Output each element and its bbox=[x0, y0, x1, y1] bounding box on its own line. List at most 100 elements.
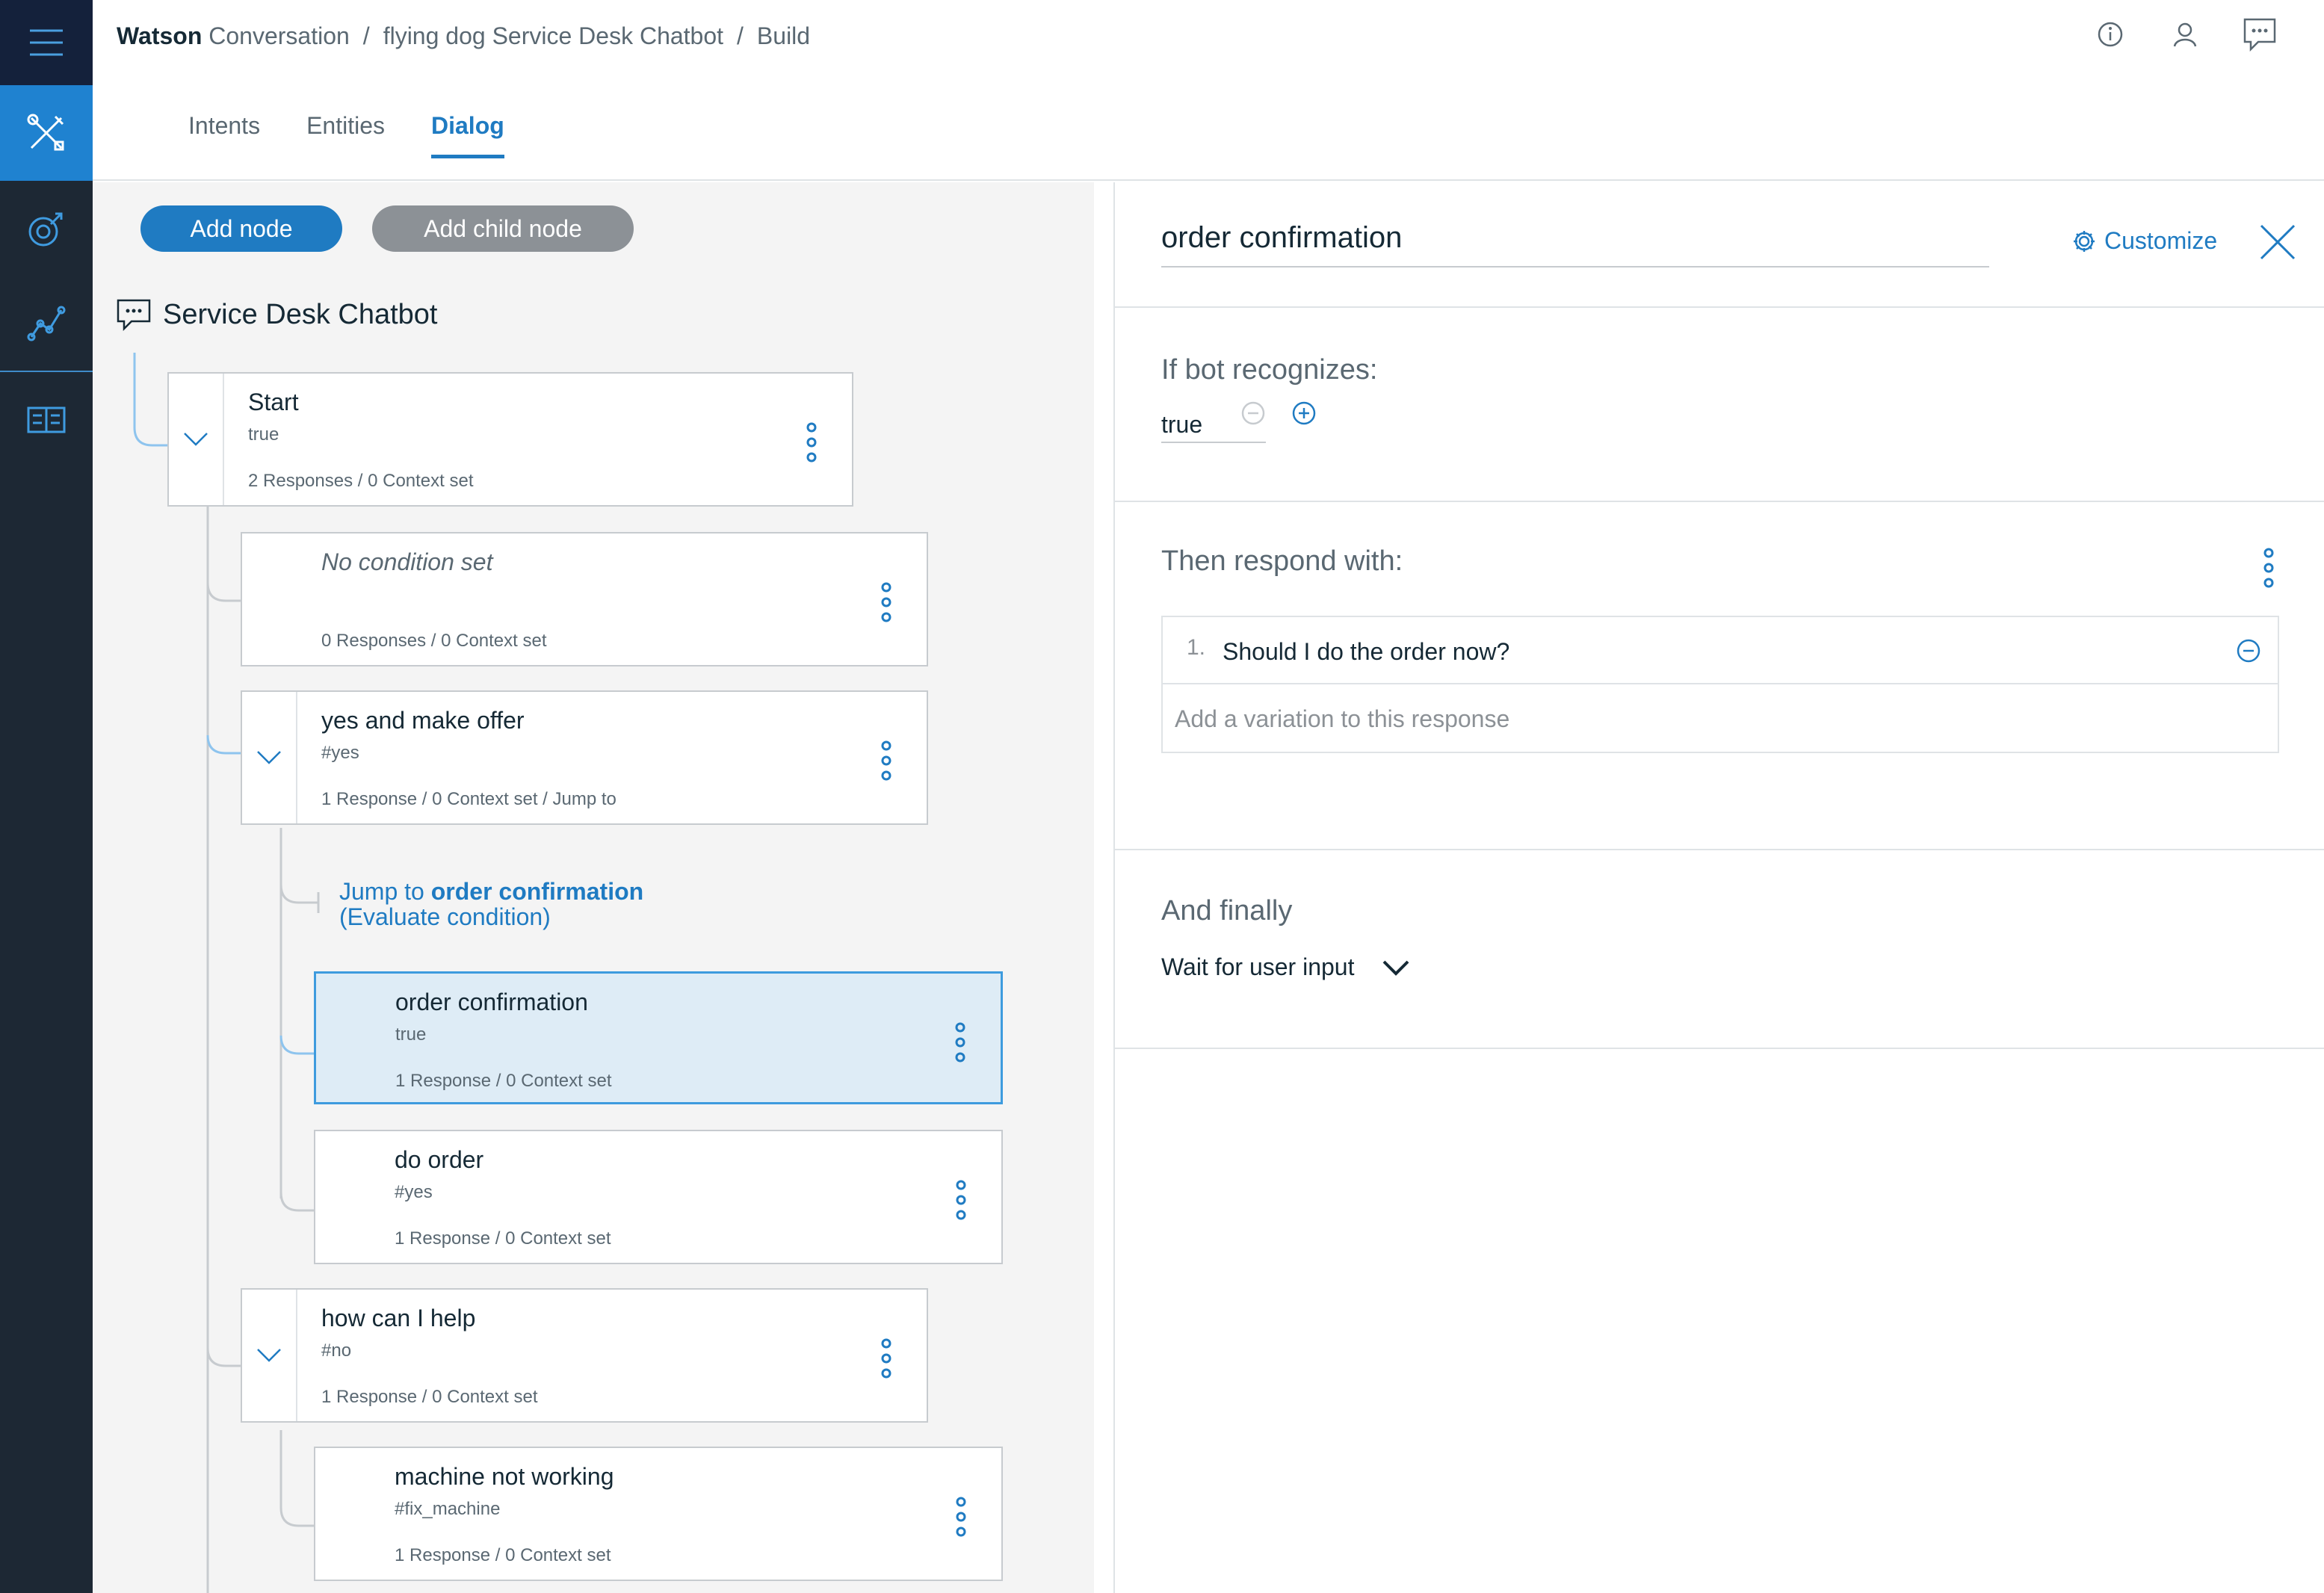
tools-icon bbox=[27, 114, 64, 151]
finally-title: And finally bbox=[1161, 895, 1293, 927]
tab-intents[interactable]: Intents bbox=[188, 112, 260, 158]
jump-to-link[interactable]: Jump to order confirmation (Evaluate con… bbox=[339, 879, 643, 929]
rail-build[interactable] bbox=[0, 85, 93, 181]
connector-no-condition bbox=[206, 582, 242, 602]
customize-label: Customize bbox=[2104, 227, 2218, 254]
customize-button[interactable]: Customize bbox=[2071, 227, 2217, 255]
header-icons bbox=[2089, 13, 2281, 55]
breadcrumb-separator: / bbox=[362, 22, 370, 49]
chat-icon bbox=[2243, 18, 2276, 52]
node-editor: order confirmation Customize If bot reco… bbox=[1113, 182, 2324, 1593]
tree-title-text: Service Desk Chatbot bbox=[163, 298, 438, 330]
breadcrumb-separator: / bbox=[737, 22, 744, 49]
kebab-icon[interactable] bbox=[877, 738, 895, 783]
chevron-down-icon bbox=[1383, 960, 1409, 976]
condition-section: If bot recognizes: true bbox=[1115, 306, 2324, 501]
node-title: do order bbox=[395, 1146, 484, 1173]
jump-prefix: Jump to bbox=[339, 878, 424, 905]
connector-how-can-i-help bbox=[206, 1347, 242, 1367]
rail-analytics[interactable] bbox=[0, 276, 93, 372]
add-variation-placeholder: Add a variation to this response bbox=[1175, 705, 1510, 732]
kebab-icon[interactable] bbox=[951, 1020, 969, 1065]
dialog-node-yes-and-make-offer[interactable]: yes and make offer #yes 1 Response / 0 C… bbox=[241, 690, 928, 825]
dialog-node-order-confirmation[interactable]: order confirmation true 1 Response / 0 C… bbox=[314, 971, 1003, 1104]
breadcrumb-workspace[interactable]: flying dog Service Desk Chatbot bbox=[383, 22, 723, 50]
connector-machine-trunk bbox=[279, 1430, 315, 1527]
analytics-icon bbox=[27, 306, 66, 341]
connector-do-order bbox=[279, 1192, 315, 1212]
tab-dialog[interactable]: Dialog bbox=[431, 112, 504, 158]
tree-title: Service Desk Chatbot bbox=[115, 296, 438, 333]
response-item[interactable]: 1. Should I do the order now? bbox=[1163, 617, 2278, 684]
expand-toggle[interactable] bbox=[242, 1290, 297, 1421]
node-condition: #yes bbox=[395, 1182, 433, 1202]
connector-jump bbox=[279, 884, 318, 904]
node-meta: 1 Response / 0 Context set bbox=[395, 1545, 611, 1565]
rail-improve[interactable] bbox=[0, 181, 93, 276]
node-meta: 1 Response / 0 Context set bbox=[321, 1387, 538, 1407]
node-name-input[interactable]: order confirmation bbox=[1161, 217, 1989, 267]
add-node-button[interactable]: Add node bbox=[140, 205, 342, 252]
kebab-icon[interactable] bbox=[952, 1494, 970, 1539]
minus-circle-icon[interactable] bbox=[1240, 400, 1266, 426]
add-child-node-button[interactable]: Add child node bbox=[372, 205, 634, 252]
chat-icon bbox=[117, 299, 151, 332]
improve-icon bbox=[28, 212, 63, 247]
response-number: 1. bbox=[1187, 635, 1206, 660]
dialog-node-machine-not-working[interactable]: machine not working #fix_machine 1 Respo… bbox=[314, 1447, 1003, 1581]
chat-button[interactable] bbox=[2239, 13, 2281, 55]
response-text[interactable]: Should I do the order now? bbox=[1223, 638, 1509, 666]
tab-entities[interactable]: Entities bbox=[306, 112, 385, 158]
kebab-icon[interactable] bbox=[952, 1178, 970, 1222]
node-condition: #yes bbox=[321, 743, 359, 763]
breadcrumb-home[interactable]: Watson Conversation bbox=[117, 22, 350, 50]
minus-circle-icon[interactable] bbox=[2236, 638, 2261, 664]
chevron-down-icon bbox=[257, 751, 281, 764]
dialog-node-start[interactable]: Start true 2 Responses / 0 Context set bbox=[167, 372, 853, 507]
user-icon bbox=[2173, 22, 2197, 47]
node-title: yes and make offer bbox=[321, 707, 525, 734]
tab-bar: Intents Entities Dialog bbox=[188, 112, 504, 158]
deploy-icon bbox=[27, 406, 66, 433]
info-button[interactable] bbox=[2089, 13, 2131, 55]
connector-start bbox=[133, 353, 167, 447]
finally-section: And finally Wait for user input bbox=[1115, 849, 2324, 1049]
connector-order-confirmation bbox=[279, 1035, 315, 1055]
kebab-icon[interactable] bbox=[877, 1336, 895, 1381]
expand-toggle[interactable] bbox=[169, 374, 224, 505]
dialog-node-how-can-i-help[interactable]: how can I help #no 1 Response / 0 Contex… bbox=[241, 1288, 928, 1423]
add-variation-input[interactable]: Add a variation to this response bbox=[1163, 684, 2278, 752]
node-title: Start bbox=[248, 389, 299, 415]
app-root: { "breadcrumb": { "brand_bold": "Watson"… bbox=[0, 0, 2324, 1593]
node-title: No condition set bbox=[321, 548, 493, 575]
expand-toggle[interactable] bbox=[242, 692, 297, 823]
gear-icon bbox=[2074, 230, 2095, 252]
kebab-icon[interactable] bbox=[2260, 545, 2278, 590]
response-list: 1. Should I do the order now? Add a vari… bbox=[1161, 616, 2279, 753]
rail-deploy[interactable] bbox=[0, 372, 93, 468]
close-icon[interactable] bbox=[2257, 221, 2299, 263]
node-condition: #no bbox=[321, 1340, 352, 1361]
dialog-node-no-condition[interactable]: No condition set 0 Responses / 0 Context… bbox=[241, 532, 928, 666]
node-condition: #fix_machine bbox=[395, 1499, 501, 1519]
response-section: Then respond with: 1. Should I do the or… bbox=[1115, 501, 2324, 849]
node-meta: 1 Response / 0 Context set bbox=[395, 1071, 612, 1091]
breadcrumb-page: Build bbox=[756, 22, 811, 49]
top-header: Watson Conversation / flying dog Service… bbox=[93, 0, 2324, 181]
kebab-icon[interactable] bbox=[803, 420, 820, 465]
response-title: Then respond with: bbox=[1161, 545, 1403, 577]
plus-circle-icon[interactable] bbox=[1291, 400, 1317, 426]
menu-button[interactable] bbox=[0, 0, 93, 85]
jump-note: (Evaluate condition) bbox=[339, 903, 551, 930]
dialog-node-do-order[interactable]: do order #yes 1 Response / 0 Context set bbox=[314, 1130, 1003, 1264]
dialog-tree-pane: Add node Add child node Service Desk Cha… bbox=[93, 182, 1094, 1593]
connector-yes-offer bbox=[206, 734, 242, 755]
condition-title: If bot recognizes: bbox=[1161, 354, 1378, 386]
node-condition: true bbox=[395, 1024, 427, 1045]
user-button[interactable] bbox=[2164, 13, 2206, 55]
chevron-down-icon bbox=[257, 1349, 281, 1362]
jump-target: order confirmation bbox=[430, 878, 644, 905]
kebab-icon[interactable] bbox=[877, 580, 895, 625]
node-condition: true bbox=[248, 424, 279, 445]
finally-dropdown[interactable]: Wait for user input bbox=[1161, 953, 1411, 981]
